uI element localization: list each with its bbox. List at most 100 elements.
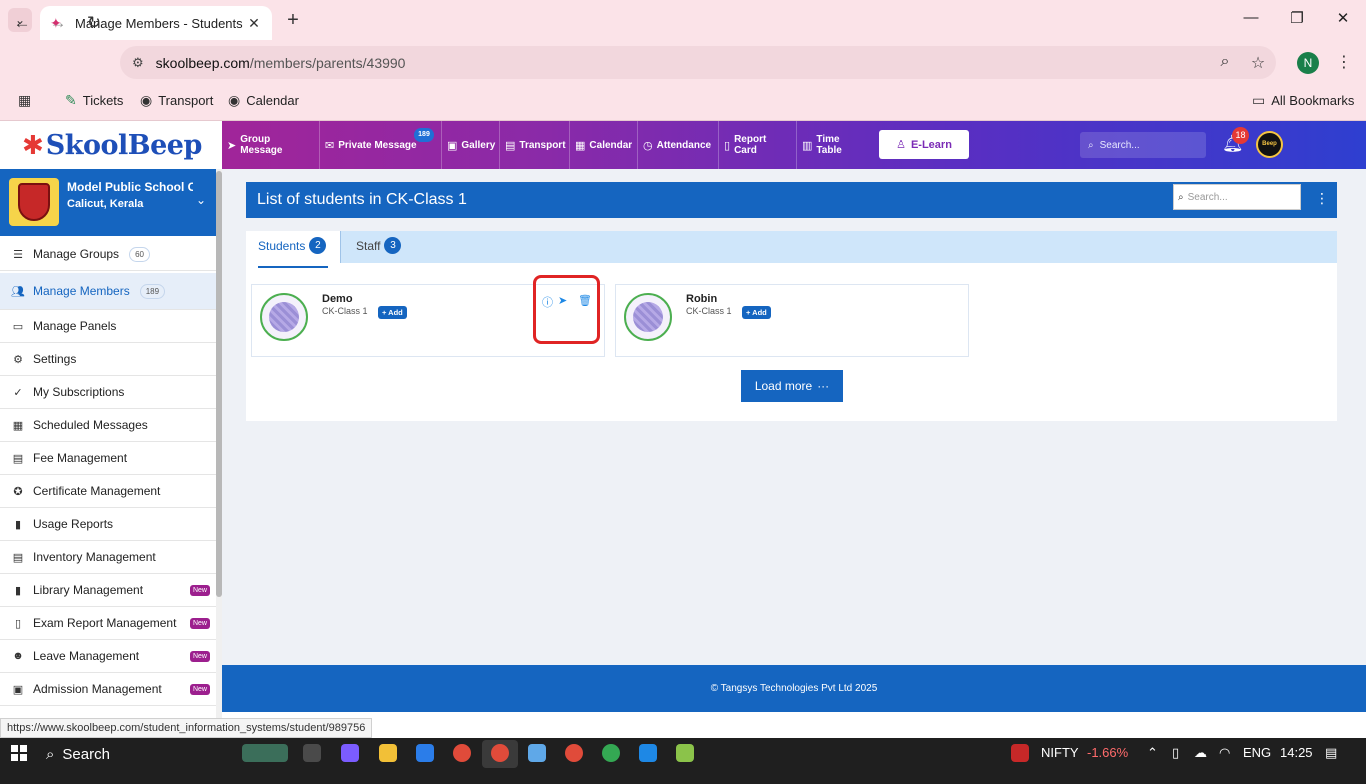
header-search-input[interactable]: ⌕ Search...: [1080, 132, 1206, 158]
notepad-icon[interactable]: [528, 744, 546, 762]
member-card[interactable]: Robin CK-Class 1 + Add: [615, 284, 969, 357]
sidebar-item-manage-groups[interactable]: ☰ Manage Groups 60: [0, 238, 222, 271]
sidebar-item-library-management[interactable]: ▮ Library Management New: [0, 574, 222, 607]
paint-icon[interactable]: [676, 744, 694, 762]
taskbar-search[interactable]: ⌕ Search: [46, 742, 242, 766]
restore-icon[interactable]: ❐: [1282, 9, 1312, 27]
bookmark-calendar[interactable]: ◉ Calendar: [228, 92, 299, 109]
member-name[interactable]: Demo: [322, 293, 353, 305]
chevron-down-icon[interactable]: ⌄: [196, 193, 206, 207]
more-options-icon[interactable]: ⋮: [1315, 190, 1329, 207]
page-title: List of students in CK-Class 1: [257, 191, 467, 208]
clock[interactable]: 14:25: [1280, 745, 1313, 760]
sidebar-item-settings[interactable]: ⚙ Settings: [0, 343, 222, 376]
check-icon: ✓: [13, 386, 23, 399]
wifi-icon[interactable]: ◠: [1219, 745, 1230, 761]
certificate-icon: ✪: [13, 485, 23, 498]
sidebar-item-manage-panels[interactable]: ▭ Manage Panels: [0, 310, 222, 343]
device-icon[interactable]: ▯: [1172, 745, 1179, 761]
school-name: Model Public School C: [67, 180, 193, 194]
nifty-label[interactable]: NIFTY: [1041, 745, 1079, 760]
browser-menu-icon[interactable]: ⋮: [1336, 52, 1352, 72]
tab-staff[interactable]: Staff 3: [356, 237, 402, 254]
new-badge: New: [189, 650, 210, 662]
school-selector[interactable]: Model Public School C Calicut, Kerala ⌄: [0, 169, 222, 236]
elearn-button[interactable]: ♙ E-Learn: [879, 130, 969, 159]
notification-center-icon[interactable]: ▤: [1325, 745, 1337, 761]
nav-transport[interactable]: ▤ Transport: [500, 121, 570, 169]
back-icon[interactable]: ←: [11, 12, 33, 34]
add-button[interactable]: + Add: [742, 306, 771, 319]
nav-group-message[interactable]: ➤ Group Message: [222, 121, 320, 169]
new-tab-icon[interactable]: +: [283, 9, 303, 31]
taskbar-widget-image[interactable]: [242, 744, 288, 762]
calendar-icon: ▦: [12, 419, 24, 432]
bookmark-tickets[interactable]: ✎ Tickets: [65, 92, 123, 109]
nav-calendar[interactable]: ▦ Calendar: [570, 121, 638, 169]
sidebar-item-leave-management[interactable]: ☻ Leave Management New: [0, 640, 222, 673]
window-close-icon[interactable]: ✕: [1328, 9, 1358, 27]
member-tabs: [246, 231, 1337, 263]
sidebar-item-fee-management[interactable]: ▤ Fee Management: [0, 442, 222, 475]
nav-gallery[interactable]: ▣ Gallery: [442, 121, 500, 169]
person-icon: ☻: [12, 650, 24, 662]
load-more-button[interactable]: Load more ···: [741, 370, 843, 402]
school-location: Calicut, Kerala: [67, 198, 144, 210]
sidebar-item-admission-management[interactable]: ▣ Admission Management New: [0, 673, 222, 706]
url-field[interactable]: ⚙ skoolbeep.com/members/parents/43990: [120, 46, 1276, 79]
timetable-icon: ▥: [802, 139, 813, 152]
student-search-input[interactable]: ⌕ Search...: [1173, 184, 1301, 210]
member-name[interactable]: Robin: [686, 293, 717, 305]
cloud-icon[interactable]: ☁: [1194, 745, 1207, 761]
browser-tab[interactable]: ✦ Manage Members - Students ✕: [40, 6, 272, 40]
zoom-icon[interactable]: ⌕: [1214, 53, 1236, 71]
photos-icon[interactable]: [639, 744, 657, 762]
nav-report-card[interactable]: ▯ Report Card: [719, 121, 797, 169]
task-view-icon[interactable]: [303, 744, 321, 762]
file-explorer-icon[interactable]: [379, 744, 397, 762]
tab-students[interactable]: Students 2: [258, 237, 327, 254]
document-icon: ▤: [12, 452, 24, 465]
sidebar-item-my-subscriptions[interactable]: ✓ My Subscriptions: [0, 376, 222, 409]
sidebar-item-manage-members[interactable]: 👥︎ Manage Members 189: [0, 273, 222, 310]
chrome-icon[interactable]: [491, 744, 509, 762]
folder-icon: ▭: [1252, 92, 1266, 108]
apps-grid-icon[interactable]: ▦: [18, 92, 31, 109]
chrome-icon[interactable]: [565, 744, 583, 762]
logo-text: SkoolBeep: [45, 129, 203, 161]
elearn-icon: ♙: [896, 139, 906, 151]
book-icon: ▮: [14, 584, 22, 597]
add-button[interactable]: + Add: [378, 306, 407, 319]
all-bookmarks[interactable]: ▭ All Bookmarks: [1252, 92, 1354, 109]
copilot-icon[interactable]: [341, 744, 359, 762]
sidebar-item-scheduled-messages[interactable]: ▦ Scheduled Messages: [0, 409, 222, 442]
windows-start-icon[interactable]: [11, 745, 27, 761]
minimize-icon[interactable]: —: [1236, 9, 1266, 26]
nav-attendance[interactable]: ◷ Attendance: [638, 121, 719, 169]
image-icon: ▣: [447, 139, 458, 152]
forward-icon[interactable]: →: [47, 12, 69, 34]
store-icon[interactable]: [416, 744, 434, 762]
chrome-icon[interactable]: [602, 744, 620, 762]
profile-avatar[interactable]: N: [1297, 52, 1319, 74]
nav-time-table[interactable]: ▥ Time Table: [797, 121, 872, 169]
bookmark-star-icon[interactable]: ☆: [1247, 53, 1269, 73]
skoolbeep-logo[interactable]: ✱ SkoolBeep: [0, 121, 222, 169]
bar-chart-icon: ▮: [14, 518, 22, 531]
bookmark-transport[interactable]: ◉ Transport: [140, 92, 213, 109]
tab-close-icon[interactable]: ✕: [246, 15, 262, 32]
chevron-up-icon[interactable]: ⌃: [1147, 745, 1158, 761]
sidebar-item-certificate-management[interactable]: ✪ Certificate Management: [0, 475, 222, 508]
report-icon: ▯: [14, 617, 22, 630]
reload-icon[interactable]: ↻: [83, 12, 105, 34]
sidebar-item-inventory-management[interactable]: ▤ Inventory Management: [0, 541, 222, 574]
sidebar-item-usage-reports[interactable]: ▮ Usage Reports: [0, 508, 222, 541]
language-indicator[interactable]: ENG: [1243, 745, 1271, 760]
user-avatar[interactable]: Beep: [1256, 131, 1283, 158]
url-path: /members/parents/43990: [249, 54, 406, 71]
member-class: CK-Class 1: [686, 306, 732, 316]
nifty-change: -1.66%: [1087, 745, 1129, 760]
site-settings-icon[interactable]: ⚙: [132, 55, 144, 71]
chrome-icon[interactable]: [453, 744, 471, 762]
sidebar-item-exam-report-management[interactable]: ▯ Exam Report Management New: [0, 607, 222, 640]
